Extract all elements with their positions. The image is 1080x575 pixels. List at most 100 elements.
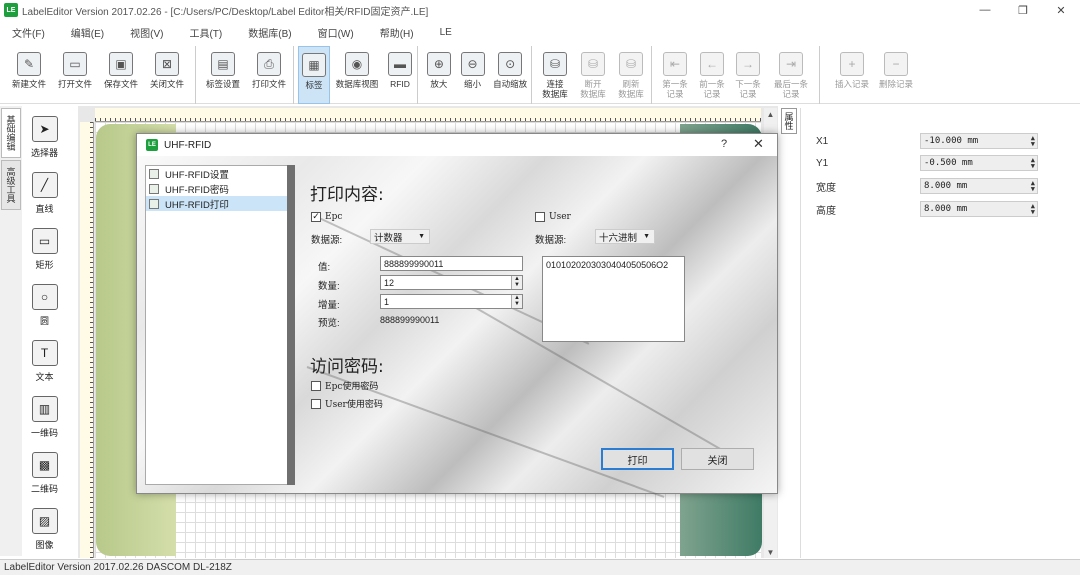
user-data-textarea[interactable]: 0101020203030404050506O2 — [542, 256, 685, 342]
epc-checkbox[interactable]: ✓ — [311, 212, 321, 222]
print-button[interactable]: 打印 — [601, 448, 674, 470]
menu-tools[interactable]: 工具(T) — [189, 25, 222, 40]
user-password-checkbox[interactable] — [311, 398, 321, 409]
access-password-title: 访问密码: — [310, 357, 384, 377]
prev-record-button[interactable]: ← 前一条 记录 — [694, 46, 730, 104]
spin-icon[interactable]: ▲ ▼ — [1031, 157, 1035, 170]
settings-nav-tree: UHF-RFID设置 UHF-RFID密码 UHF-RFID打印 — [145, 165, 295, 485]
scroll-up-icon[interactable]: ▲ — [764, 108, 777, 120]
user-checkbox[interactable] — [535, 212, 545, 222]
connect-db-button[interactable]: ⛁ 连接 数据库 — [536, 46, 574, 104]
menu-help[interactable]: 帮助(H) — [380, 25, 414, 40]
tool-circle[interactable]: ○ 圆 — [22, 274, 67, 330]
toolbar-records-group: ⇤ 第一条 记录 ← 前一条 记录 → 下一条 记录 ⇥ 最后一条 记录 — [656, 46, 820, 104]
toolbar-view-group: ▦ 标签 ◉ 数据库视图 ▬ RFID — [298, 46, 418, 104]
rfid-button[interactable]: ▬ RFID — [384, 46, 416, 104]
toolbar-db-group: ⛁ 连接 数据库 ⛁ 断开 数据库 ⛁ 刷新 数据库 — [536, 46, 652, 104]
new-file-button[interactable]: ✎ 新建文件 — [6, 46, 52, 104]
epc-source-dropdown[interactable]: 计数器 ▼ — [370, 229, 430, 244]
tool-image[interactable]: ▨ 图像 — [22, 498, 67, 554]
tool-rectangle[interactable]: ▭ 矩形 — [22, 218, 67, 274]
prop-row-width: 宽度 8.000 mm ▲ ▼ — [816, 177, 1046, 195]
window-controls: — ❐ ✕ — [966, 0, 1080, 20]
first-record-button[interactable]: ⇤ 第一条 记录 — [656, 46, 694, 104]
tool-line[interactable]: ╱ 直线 — [22, 162, 67, 218]
epc-checkbox-row[interactable]: ✓ Epc — [311, 212, 342, 222]
nav-item-rfid-print[interactable]: UHF-RFID打印 — [146, 196, 294, 211]
open-file-button[interactable]: ▭ 打开文件 — [52, 46, 98, 104]
tool-text[interactable]: T 文本 — [22, 330, 67, 386]
help-icon[interactable]: ? — [721, 138, 727, 150]
user-source-dropdown[interactable]: 十六进制 ▼ — [595, 229, 655, 244]
epc-increment-stepper[interactable]: 1 ▲ ▼ — [380, 294, 523, 309]
disconnect-db-button[interactable]: ⛁ 断开 数据库 — [574, 46, 612, 104]
close-file-button[interactable]: ⊠ 关闭文件 — [144, 46, 190, 104]
minimize-button[interactable]: — — [966, 0, 1004, 20]
x1-field[interactable]: -10.000 mm ▲ ▼ — [920, 133, 1038, 149]
dialog-body: UHF-RFID设置 UHF-RFID密码 UHF-RFID打印 打印内容: ✓… — [137, 156, 777, 498]
tab-advanced-tools[interactable]: 高级工具 — [1, 160, 21, 210]
menu-le[interactable]: LE — [440, 27, 452, 38]
width-field[interactable]: 8.000 mm ▲ ▼ — [920, 178, 1038, 194]
scroll-down-icon[interactable]: ▼ — [764, 546, 777, 558]
tool-palette: ➤ 选择器 ╱ 直线 ▭ 矩形 ○ 圆 T 文本 ▥ 一维码 ▩ 二维码 ▨ 图像 — [22, 106, 67, 556]
circle-icon: ○ — [31, 284, 58, 310]
user-checkbox-row[interactable]: User — [535, 212, 571, 222]
label-view-button[interactable]: ▦ 标签 — [298, 46, 330, 104]
chevron-down-icon: ▼ — [643, 233, 650, 240]
auto-zoom-button[interactable]: ⊙ 自动缩放 — [489, 46, 531, 104]
zoom-out-button[interactable]: ⊖ 缩小 — [456, 46, 490, 104]
prop-row-y1: Y1 -0.500 mm ▲ ▼ — [816, 154, 1046, 172]
label-settings-button[interactable]: ▤ 标签设置 — [200, 46, 246, 104]
menu-view[interactable]: 视图(V) — [130, 25, 163, 40]
selector-arrow-icon: ➤ — [31, 116, 58, 142]
refresh-db-button[interactable]: ⛁ 刷新 数据库 — [612, 46, 650, 104]
print-file-button[interactable]: ⎙ 打印文件 — [246, 46, 292, 104]
height-field[interactable]: 8.000 mm ▲ ▼ — [920, 201, 1038, 217]
qrcode-icon: ▩ — [31, 452, 58, 478]
epc-increment-label: 增量: — [318, 300, 340, 311]
database-view-button[interactable]: ◉ 数据库视图 — [330, 46, 384, 104]
maximize-button[interactable]: ❐ — [1004, 0, 1042, 20]
zoom-in-button[interactable]: ⊕ 放大 — [422, 46, 456, 104]
user-password-checkbox-row[interactable]: User使用密码 — [311, 397, 383, 410]
spin-icon[interactable]: ▲ ▼ — [1031, 180, 1035, 193]
delete-record-button[interactable]: − 删除记录 — [874, 46, 918, 104]
tool-qrcode[interactable]: ▩ 二维码 — [22, 442, 67, 498]
close-icon[interactable]: ✕ — [753, 136, 764, 152]
menu-file[interactable]: 文件(F) — [12, 25, 45, 40]
epc-preview-label: 预览: — [318, 318, 340, 329]
toolbar-zoom-group: ⊕ 放大 ⊖ 缩小 ⊙ 自动缩放 — [422, 46, 532, 104]
user-source-label: 数据源: — [535, 235, 567, 246]
settings-page-icon — [149, 168, 159, 179]
epc-password-checkbox-row[interactable]: Epc使用密码 — [311, 379, 378, 392]
panel-splitter[interactable] — [287, 165, 295, 485]
tool-selector[interactable]: ➤ 选择器 — [22, 106, 67, 162]
next-record-button[interactable]: → 下一条 记录 — [730, 46, 766, 104]
prop-row-x1: X1 -10.000 mm ▲ ▼ — [816, 132, 1046, 150]
menu-window[interactable]: 窗口(W) — [318, 25, 354, 40]
close-window-button[interactable]: ✕ — [1042, 0, 1080, 20]
nav-item-rfid-password[interactable]: UHF-RFID密码 — [146, 181, 294, 196]
image-icon: ▨ — [31, 508, 58, 534]
last-record-button[interactable]: ⇥ 最后一条 记录 — [766, 46, 816, 104]
epc-value-input[interactable]: 888899990011 — [380, 256, 523, 271]
menu-edit[interactable]: 编辑(E) — [71, 25, 104, 40]
insert-record-button[interactable]: + 插入记录 — [830, 46, 874, 104]
tab-basic-edit[interactable]: 基础编辑 — [1, 108, 21, 158]
toolbar-print-group: ▤ 标签设置 ⎙ 打印文件 — [200, 46, 294, 104]
next-record-icon: → — [736, 52, 760, 76]
spin-icon[interactable]: ▲ ▼ — [511, 295, 522, 308]
spin-icon[interactable]: ▲ ▼ — [1031, 135, 1035, 148]
menu-database[interactable]: 数据库(B) — [248, 25, 291, 40]
spin-icon[interactable]: ▲ ▼ — [1031, 203, 1035, 216]
y1-field[interactable]: -0.500 mm ▲ ▼ — [920, 155, 1038, 171]
spin-icon[interactable]: ▲ ▼ — [511, 276, 522, 289]
nav-item-rfid-settings[interactable]: UHF-RFID设置 — [146, 166, 294, 181]
epc-count-stepper[interactable]: 12 ▲ ▼ — [380, 275, 523, 290]
tool-barcode[interactable]: ▥ 一维码 — [22, 386, 67, 442]
save-file-button[interactable]: ▣ 保存文件 — [98, 46, 144, 104]
close-dialog-button[interactable]: 关闭 — [681, 448, 754, 470]
epc-password-checkbox[interactable] — [311, 380, 321, 391]
properties-tab[interactable]: 属性 — [781, 108, 797, 134]
